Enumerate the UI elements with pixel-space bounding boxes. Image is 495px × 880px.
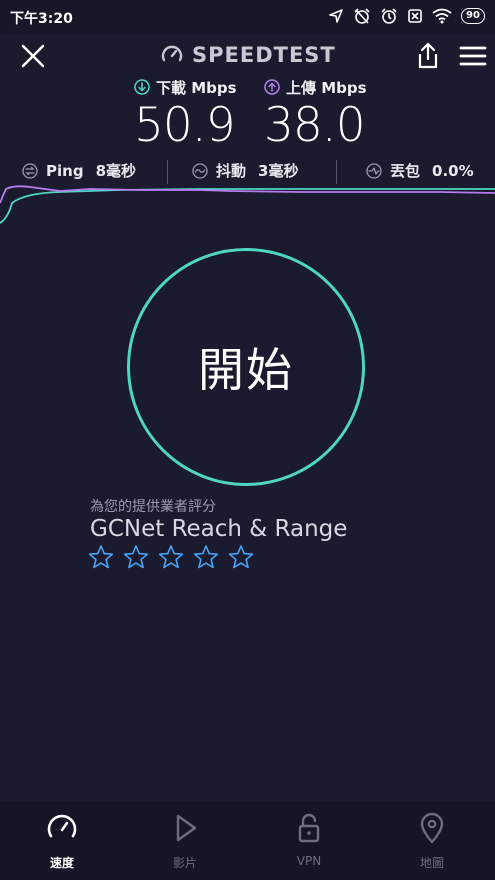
metric-divider	[167, 160, 168, 184]
upload-arrow-icon	[264, 79, 280, 95]
speed-graph	[0, 185, 495, 224]
rate-provider-caption: 為您的提供業者評分	[90, 499, 216, 515]
nav-video[interactable]: 影片	[140, 802, 230, 880]
share-icon[interactable]	[416, 42, 440, 70]
alarm-icon	[381, 8, 397, 24]
download-result: 下載 Mbps 50.9	[134, 78, 254, 152]
packet-loss-label: 丟包	[390, 162, 421, 180]
metrics-row: Ping 8毫秒 抖動 3毫秒 丟包 0.0%	[0, 160, 495, 184]
nav-speed-label: 速度	[49, 856, 74, 870]
status-time: 下午3:20	[10, 11, 73, 27]
play-icon	[176, 814, 197, 842]
app-header: SPEEDTEST	[0, 34, 495, 78]
wifi-icon	[432, 8, 452, 24]
jitter-icon	[192, 162, 208, 179]
star-icon[interactable]	[228, 544, 254, 570]
star-icon[interactable]	[88, 544, 114, 570]
nav-vpn-label: VPN	[296, 854, 322, 868]
nav-speed[interactable]: 速度	[17, 802, 107, 880]
download-value: 50.9	[134, 98, 236, 153]
battery-indicator: 90	[461, 8, 485, 24]
map-pin-icon	[420, 812, 444, 844]
download-label: 下載 Mbps	[134, 78, 254, 97]
download-label-text: 下載 Mbps	[156, 78, 237, 97]
star-icon[interactable]	[158, 544, 184, 570]
bottom-nav: 速度 影片 VPN 地圖	[0, 802, 495, 880]
nav-video-label: 影片	[172, 856, 197, 870]
jitter-label: 抖動	[216, 162, 247, 180]
ping-value: 8毫秒	[95, 162, 136, 180]
start-test-label: 開始	[198, 343, 294, 397]
nav-map[interactable]: 地圖	[387, 802, 477, 880]
jitter-value: 3毫秒	[258, 162, 299, 180]
packet-loss-icon	[366, 162, 382, 179]
brand-name: SPEEDTEST	[192, 43, 336, 67]
upload-label-text: 上傳 Mbps	[286, 78, 367, 97]
nav-map-label: 地圖	[419, 856, 444, 870]
packet-loss-value: 0.0%	[432, 161, 474, 180]
ping-icon	[22, 162, 38, 179]
metric-divider	[336, 160, 337, 184]
lock-icon	[298, 813, 320, 843]
star-icon[interactable]	[123, 544, 149, 570]
download-arrow-icon	[134, 79, 150, 95]
download-graph-line	[0, 188, 495, 224]
nav-vpn[interactable]: VPN	[264, 802, 354, 880]
ping-label: Ping	[46, 161, 84, 180]
sim-blocked-icon	[408, 9, 422, 23]
upload-label: 上傳 Mbps	[264, 78, 384, 97]
jitter-metric: 抖動 3毫秒	[192, 160, 298, 181]
menu-icon[interactable]	[459, 45, 487, 67]
location-arrow-icon	[329, 9, 343, 23]
rating-stars	[88, 544, 254, 570]
brand-logo: SPEEDTEST	[160, 43, 336, 67]
alarm-off-icon	[354, 8, 370, 24]
start-test-button[interactable]: 開始	[127, 248, 365, 486]
packet-loss-metric: 丟包 0.0%	[366, 160, 474, 181]
close-icon[interactable]	[20, 43, 46, 69]
upload-result: 上傳 Mbps 38.0	[264, 78, 384, 152]
provider-name: GCNet Reach & Range	[90, 516, 348, 542]
speedometer-logo-icon	[161, 45, 183, 62]
speedometer-icon	[47, 814, 77, 838]
status-icons: 90	[328, 7, 485, 25]
star-icon[interactable]	[193, 544, 219, 570]
upload-value: 38.0	[264, 98, 366, 153]
status-bar: 下午3:20 90	[0, 0, 495, 34]
ping-metric: Ping 8毫秒	[22, 160, 136, 181]
